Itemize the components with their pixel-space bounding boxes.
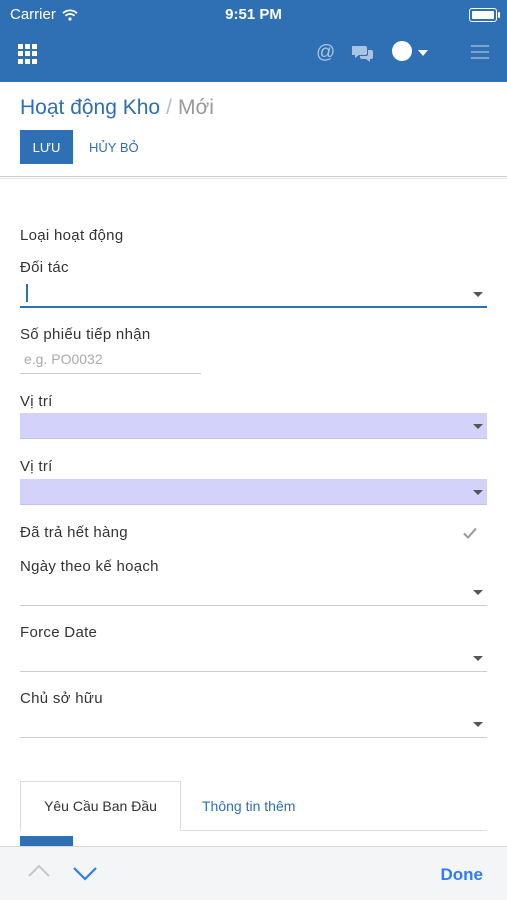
receipt-no-input[interactable]: e.g. PO0032 xyxy=(24,351,103,367)
chevron-up-icon[interactable] xyxy=(28,863,50,879)
owner-label: Chủ sở hữu xyxy=(20,690,103,707)
force-date-field[interactable] xyxy=(20,671,487,672)
keyboard-toolbar: Done xyxy=(0,846,507,900)
text-cursor xyxy=(26,284,28,302)
breadcrumb-current: Mới xyxy=(177,96,214,119)
user-avatar[interactable] xyxy=(392,41,412,61)
partner-label: Đối tác xyxy=(20,259,69,276)
breadcrumb-separator: / xyxy=(166,96,172,119)
save-button[interactable]: LƯU xyxy=(20,130,73,164)
done-button[interactable]: Done xyxy=(441,865,484,885)
receipt-no-underline xyxy=(20,373,201,374)
chevron-down-icon[interactable] xyxy=(418,50,428,56)
owner-dropdown-icon[interactable] xyxy=(473,722,483,727)
chat-icon[interactable] xyxy=(352,44,374,62)
scheduled-date-label: Ngày theo kế hoạch xyxy=(20,558,159,575)
header-divider xyxy=(0,176,507,179)
tab-initial-demand[interactable]: Yêu Cầu Ban Đầu xyxy=(20,781,181,831)
status-bar: Carrier 9:51 PM xyxy=(0,0,507,30)
hamburger-menu-icon[interactable] xyxy=(471,45,489,59)
source-location-dropdown-icon[interactable] xyxy=(473,424,483,429)
source-location-label: Vị trí xyxy=(20,393,53,410)
returned-label: Đã trả hết hàng xyxy=(20,524,128,541)
top-navbar: @ xyxy=(0,30,507,82)
notebook-tabs: Yêu Cầu Ban Đầu Thông tin thêm xyxy=(20,781,487,831)
clock: 9:51 PM xyxy=(225,6,282,23)
breadcrumb-parent-link[interactable]: Hoạt động Kho xyxy=(20,96,160,119)
partner-field[interactable] xyxy=(20,306,487,308)
breadcrumb: Hoạt động Kho / Mới xyxy=(20,96,214,120)
operation-type-label: Loại hoạt động xyxy=(20,227,124,244)
owner-field[interactable] xyxy=(20,737,487,738)
at-icon[interactable]: @ xyxy=(316,42,335,64)
destination-location-field[interactable] xyxy=(20,479,487,505)
battery-icon xyxy=(469,8,500,22)
destination-location-dropdown-icon[interactable] xyxy=(473,490,483,495)
force-date-dropdown-icon[interactable] xyxy=(473,656,483,661)
returned-checkbox[interactable] xyxy=(462,525,478,541)
destination-location-label: Vị trí xyxy=(20,458,53,475)
partner-dropdown-icon[interactable] xyxy=(473,292,483,297)
apps-grid-icon[interactable] xyxy=(18,44,38,64)
tab-additional-info[interactable]: Thông tin thêm xyxy=(202,781,295,831)
scheduled-date-dropdown-icon[interactable] xyxy=(473,590,483,595)
source-location-field[interactable] xyxy=(20,413,487,439)
cancel-button[interactable]: HỦY BỎ xyxy=(89,130,139,164)
receipt-no-label: Số phiếu tiếp nhận xyxy=(20,326,151,343)
force-date-label: Force Date xyxy=(20,624,98,641)
chevron-down-icon[interactable] xyxy=(73,865,97,881)
scheduled-date-field[interactable] xyxy=(20,605,487,606)
